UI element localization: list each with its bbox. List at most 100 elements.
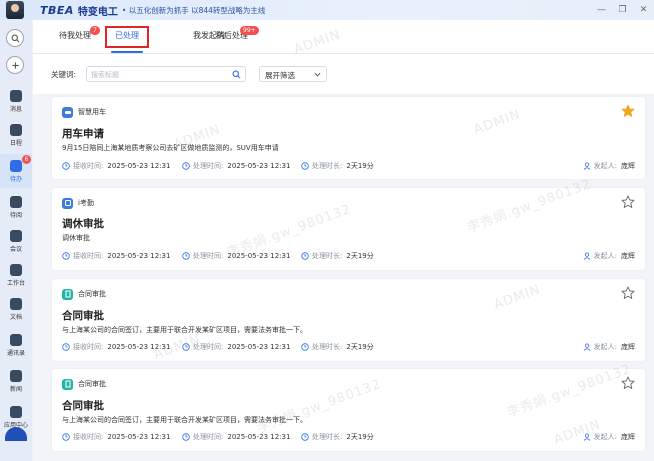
received-time: 2025-05-23 12:31 [107, 343, 171, 351]
sidebar-item-calendar[interactable]: 日程 [0, 118, 32, 152]
received-time: 2025-05-23 12:31 [107, 252, 171, 260]
processed-time: 2025-05-23 12:31 [227, 252, 291, 260]
sidebar-item-label: 文档 [9, 313, 22, 321]
close-button[interactable]: ✕ [633, 0, 654, 20]
task-card[interactable]: 合同审批 合同审批 与上海某公司的合同签订，主要用于联合开发某矿区项目，需要法务… [51, 278, 646, 362]
company-logo: TBEA [40, 3, 74, 17]
tab-processed[interactable]: 已处理 [115, 30, 139, 41]
duration-label: 处理时长: [312, 162, 343, 170]
received-time: 2025-05-23 12:31 [107, 162, 171, 170]
maximize-button[interactable]: ❐ [612, 0, 633, 20]
active-tab-indicator [111, 51, 143, 53]
clock-icon [301, 343, 309, 351]
sidebar-item-meeting[interactable]: 会议 [0, 224, 32, 258]
sidebar-item-toread[interactable]: 待阅 [0, 190, 32, 224]
card-title: 合同审批 [62, 400, 104, 412]
sidebar-item-label: 待办 [9, 175, 22, 183]
task-card[interactable]: 合同审批 合同审批 与上海某公司的合同签订，主要用于联合开发某矿区项目，需要法务… [51, 368, 646, 452]
expand-filter-select[interactable]: 展开筛选 [259, 66, 327, 82]
star-outline-icon[interactable] [621, 376, 635, 390]
sidebar-item-messages[interactable]: 消息 [0, 84, 32, 118]
app-name: 智慧用车 [78, 108, 106, 116]
minimize-button[interactable]: — [591, 0, 612, 20]
task-card[interactable]: 智慧用车 用车申请 9月15日陪同上海某地质考察公司去矿区做地质监测的，SUV用… [51, 96, 646, 180]
card-meta: 接收时间: 2025-05-23 12:31 处理时间: 2025-05-23 12… [62, 161, 635, 173]
sidebar-item-label: 通讯录 [6, 349, 25, 357]
title-bar: TBEA 特变电工 • 以五化创新为抓手 以844转型战略为主线 — ❐ ✕ [0, 0, 654, 20]
sidebar-item-label: 消息 [9, 105, 22, 113]
sidebar-item-label: 日程 [9, 139, 22, 147]
received-label: 接收时间: [73, 162, 104, 170]
duration-value: 2天19分 [346, 162, 374, 170]
card-title: 合同审批 [62, 310, 104, 322]
search-input[interactable]: 搜索标题 [86, 66, 246, 82]
user-icon [583, 343, 590, 351]
star-icon[interactable] [621, 104, 635, 118]
card-app: 合同审批 [62, 378, 106, 390]
card-description: 与上海某公司的合同签订，主要用于联合开发某矿区项目，需要法务审批一下。 [62, 416, 307, 424]
sidebar-item-todo[interactable]: 待办 6 [0, 154, 32, 188]
duration-label: 处理时长: [312, 343, 343, 351]
tab-later-badge: 99+ [240, 26, 259, 35]
read-icon [10, 195, 22, 208]
clock-icon [182, 343, 190, 351]
sidebar-item-contacts[interactable]: 通讯录 [0, 328, 32, 362]
search-icon[interactable] [232, 70, 241, 79]
card-app: i考勤 [62, 197, 94, 209]
sidebar-item-label: 工作台 [6, 279, 25, 287]
processed-time: 2025-05-23 12:31 [227, 162, 291, 170]
app-name: 合同审批 [78, 380, 106, 388]
received-label: 接收时间: [73, 252, 104, 260]
todo-icon [10, 159, 22, 172]
user-icon [583, 162, 590, 170]
company-slogan: • 以五化创新为抓手 以844转型战略为主线 [121, 5, 266, 15]
processed-time: 2025-05-23 12:31 [227, 343, 291, 351]
contacts-icon [10, 333, 22, 346]
received-label: 接收时间: [73, 433, 104, 441]
clock-icon [182, 162, 190, 170]
contract-icon [62, 288, 73, 300]
message-icon [10, 89, 22, 102]
sidebar-item-documents[interactable]: 文档 [0, 292, 32, 326]
star-outline-icon[interactable] [621, 195, 635, 209]
card-app: 智慧用车 [62, 106, 106, 118]
window-controls: — ❐ ✕ [591, 0, 654, 20]
card-meta: 接收时间: 2025-05-23 12:31 处理时间: 2025-05-23 12… [62, 251, 635, 263]
keyword-label: 关键词: [51, 70, 77, 79]
initiator-name: 庞辉 [621, 343, 635, 351]
tab-bar: 待我处理 7 已处理 我发起的 稍后处理 99+ [33, 20, 654, 54]
received-label: 接收时间: [73, 343, 104, 351]
clock-icon [182, 433, 190, 441]
star-outline-icon[interactable] [621, 286, 635, 300]
task-card[interactable]: i考勤 调休审批 调休审批 接收时间: 2025-05-23 12:31 处理时间… [51, 187, 646, 271]
filter-bar: 关键词: 搜索标题 展开筛选 [33, 66, 654, 82]
search-icon[interactable] [6, 29, 24, 47]
user-avatar[interactable] [6, 1, 24, 19]
attendance-icon [62, 197, 73, 209]
sidebar-item-label: 新闻 [9, 385, 22, 393]
meeting-icon [10, 229, 22, 242]
clock-icon [62, 343, 70, 351]
sidebar-item-workbench[interactable]: 工作台 [0, 258, 32, 292]
duration-label: 处理时长: [312, 252, 343, 260]
duration-value: 2天19分 [346, 343, 374, 351]
tab-pending[interactable]: 待我处理 [59, 30, 91, 41]
sidebar-item-label: 会议 [9, 245, 22, 253]
processed-label: 处理时间: [193, 252, 224, 260]
initiator-name: 庞辉 [621, 162, 635, 170]
clock-icon [62, 162, 70, 170]
sidebar-item-news[interactable]: 新闻 [0, 364, 32, 398]
clock-icon [301, 433, 309, 441]
app-center-icon [10, 405, 22, 418]
card-meta: 接收时间: 2025-05-23 12:31 处理时间: 2025-05-23 12… [62, 342, 635, 354]
calendar-icon [10, 123, 22, 136]
card-description: 9月15日陪同上海某地质考察公司去矿区做地质监测的，SUV用车申请 [62, 144, 279, 152]
processed-label: 处理时间: [193, 162, 224, 170]
initiator-name: 庞辉 [621, 252, 635, 260]
initiator-name: 庞辉 [621, 433, 635, 441]
contract-icon [62, 378, 73, 390]
processed-label: 处理时间: [193, 433, 224, 441]
app-name: 合同审批 [78, 290, 106, 298]
initiator-label: 发起人: [593, 343, 617, 351]
add-icon[interactable] [6, 56, 24, 74]
